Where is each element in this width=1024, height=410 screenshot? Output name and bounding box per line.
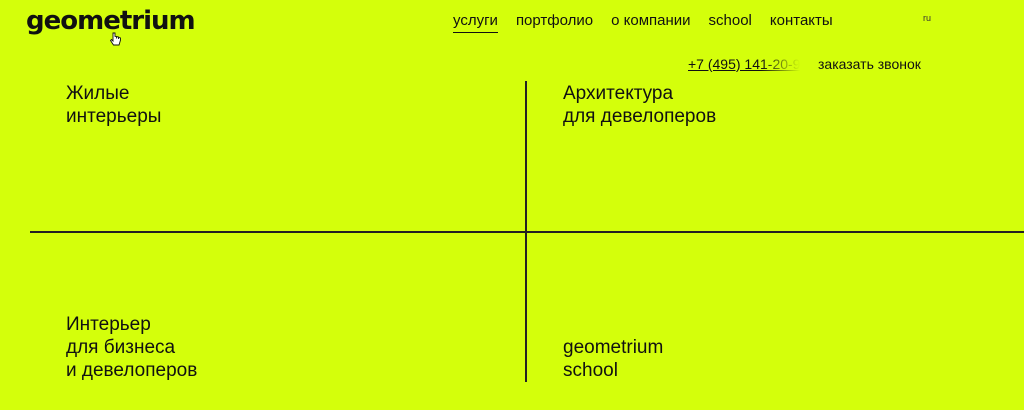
language-switcher[interactable]: ru (923, 13, 931, 23)
main-nav: услуги портфолио о компании school конта… (453, 12, 851, 33)
tile-school[interactable]: geometrium school (563, 336, 663, 382)
nav-item-contacts[interactable]: контакты (770, 12, 833, 33)
tile-label-line: и девелоперов (66, 360, 198, 381)
phone-link[interactable]: +7 (495) 141-20-9 (688, 56, 800, 72)
callback-button[interactable]: заказать звонок (818, 56, 921, 72)
tile-label-line: интерьеры (66, 106, 162, 127)
tile-residential-interiors[interactable]: Жилые интерьеры (66, 82, 161, 128)
tile-label-line: Архитектура (563, 83, 674, 104)
tile-label-line: для девелоперов (563, 106, 717, 127)
tile-label-line: Жилые (66, 83, 130, 104)
nav-item-school[interactable]: school (709, 12, 752, 33)
tile-label-line: geometrium (563, 337, 664, 358)
horizontal-divider (30, 231, 1024, 233)
tile-label-line: Интерьер (66, 314, 151, 335)
tile-architecture[interactable]: Архитектура для девелоперов (563, 82, 716, 128)
tile-business-interiors[interactable]: Интерьер для бизнеса и девелоперов (66, 313, 197, 382)
nav-item-about[interactable]: о компании (611, 12, 690, 33)
tile-label-line: для бизнеса (66, 337, 176, 358)
nav-item-services[interactable]: услуги (453, 12, 498, 33)
nav-item-portfolio[interactable]: портфолио (516, 12, 593, 33)
hand-pointer-icon (110, 32, 121, 46)
tile-label-line: school (563, 360, 618, 381)
